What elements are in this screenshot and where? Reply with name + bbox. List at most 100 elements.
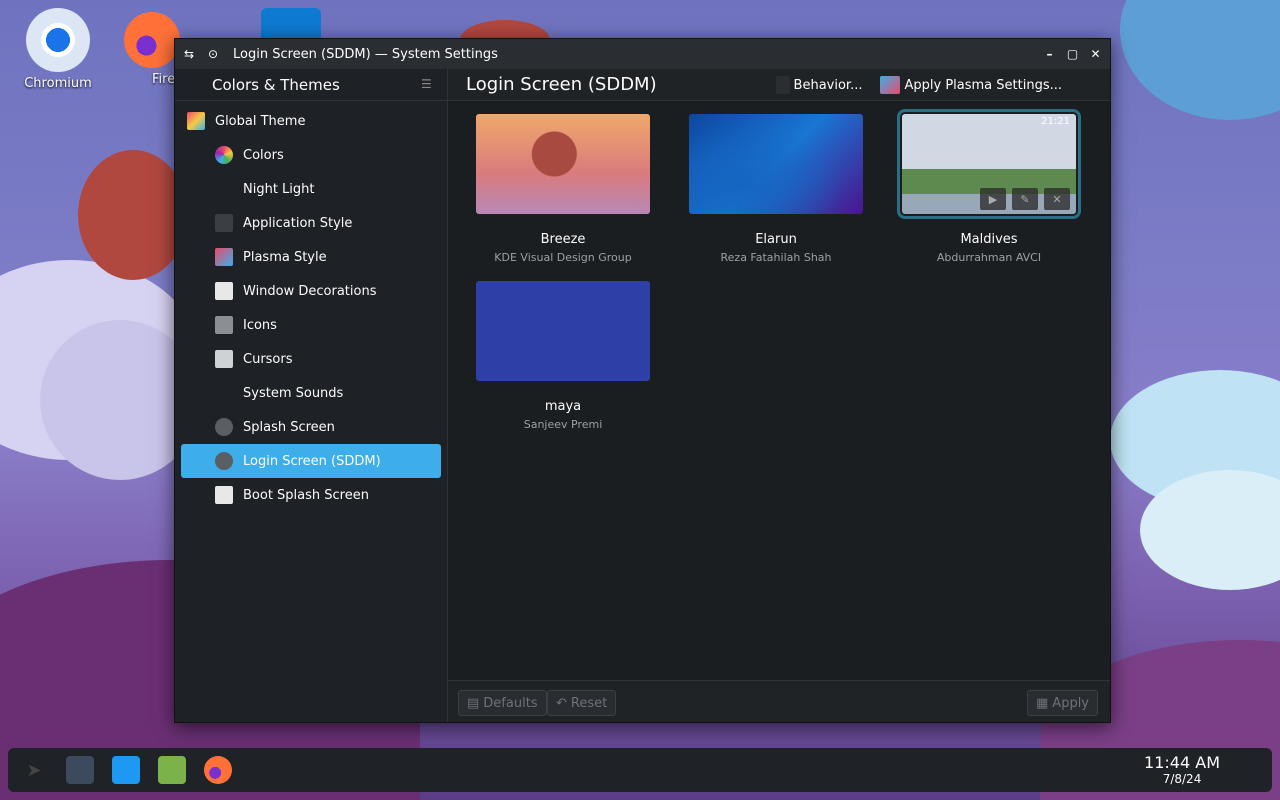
maximize-button[interactable]: ▢ xyxy=(1064,45,1081,62)
close-button[interactable]: ✕ xyxy=(1087,45,1104,62)
taskbar-file-manager[interactable] xyxy=(152,752,192,788)
theme-name: Breeze xyxy=(540,232,586,247)
taskbar-firefox[interactable] xyxy=(198,752,238,788)
theme-preview[interactable] xyxy=(476,114,650,214)
app-launcher-button[interactable]: ➤ xyxy=(14,752,54,788)
firefox-icon xyxy=(124,12,180,68)
sidebar-item-plasma-style[interactable]: Plasma Style xyxy=(181,240,441,274)
reset-icon: ↶ xyxy=(556,695,567,711)
apply-plasma-label: Apply Plasma Settings... xyxy=(904,77,1062,93)
preview-clock: 21:21 xyxy=(1041,116,1070,127)
theme-preview[interactable] xyxy=(476,281,650,381)
behavior-label: Behavior... xyxy=(793,77,863,93)
remove-button[interactable]: ✕ xyxy=(1044,188,1070,210)
theme-name: Elarun xyxy=(755,232,797,247)
sidebar-item-global-theme[interactable]: Global Theme xyxy=(181,104,441,138)
sidebar-header: Colors & Themes ☰ xyxy=(175,69,447,101)
folder-icon xyxy=(158,756,186,784)
preview-button[interactable]: ▶ xyxy=(980,188,1006,210)
desktop-icon-firefox[interactable]: Fire xyxy=(122,8,182,87)
sidebar-item-boot-splash-screen[interactable]: Boot Splash Screen xyxy=(181,478,441,512)
apply-button[interactable]: ▦ Apply xyxy=(1027,690,1098,716)
sidebar-item-label: Night Light xyxy=(243,181,315,197)
behavior-icon xyxy=(775,76,790,94)
global-theme-icon xyxy=(187,112,205,130)
sidebar-item-label: Boot Splash Screen xyxy=(243,487,369,503)
sidebar-item-colors[interactable]: Colors xyxy=(181,138,441,172)
theme-card-elarun[interactable]: Elarun Reza Fatahilah Shah xyxy=(686,114,866,264)
login-screen-icon xyxy=(215,452,233,470)
desktop-icon-chromium[interactable]: Chromium xyxy=(16,8,100,91)
sidebar-item-label: Window Decorations xyxy=(243,283,377,299)
sidebar-item-label: Cursors xyxy=(243,351,293,367)
night-light-icon xyxy=(215,180,233,198)
sidebar-item-label: Colors xyxy=(243,147,284,163)
sidebar-category-title: Colors & Themes xyxy=(212,75,340,94)
sidebar-item-window-decorations[interactable]: Window Decorations xyxy=(181,274,441,308)
defaults-icon: ▤ xyxy=(467,695,480,711)
theme-card-maya[interactable]: maya Sanjeev Premi xyxy=(473,281,653,431)
sidebar-item-night-light[interactable]: Night Light xyxy=(181,172,441,206)
app-menu-icon[interactable]: ⇆ xyxy=(181,46,197,62)
behavior-button[interactable]: Behavior... xyxy=(775,76,863,94)
clock-date: 7/8/24 xyxy=(1162,772,1202,786)
sidebar-item-label: System Sounds xyxy=(243,385,344,401)
sidebar-item-application-style[interactable]: Application Style xyxy=(181,206,441,240)
launcher-icon: ➤ xyxy=(26,759,42,781)
sidebar-item-login-screen-sddm[interactable]: Login Screen (SDDM) xyxy=(181,444,441,478)
theme-preview[interactable] xyxy=(689,114,863,214)
sidebar-item-label: Login Screen (SDDM) xyxy=(243,453,381,469)
plasma-style-icon xyxy=(215,248,233,266)
sidebar-item-cursors[interactable]: Cursors xyxy=(181,342,441,376)
sidebar-item-splash-screen[interactable]: Splash Screen xyxy=(181,410,441,444)
sidebar-item-label: Global Theme xyxy=(215,113,306,129)
titlebar[interactable]: ⇆ ⊙ Login Screen (SDDM) — System Setting… xyxy=(175,39,1110,69)
apply-icon: ▦ xyxy=(1036,695,1049,711)
defaults-button[interactable]: ▤ Defaults xyxy=(458,690,547,716)
sidebar-item-label: Icons xyxy=(243,317,277,333)
sidebar-item-icons[interactable]: Icons xyxy=(181,308,441,342)
theme-card-maldives[interactable]: 21:21 ▶ ✎ ✕ Maldives Abdurrahman AVCI xyxy=(897,109,1081,264)
icons-icon xyxy=(215,316,233,334)
system-settings-window: ⇆ ⊙ Login Screen (SDDM) — System Setting… xyxy=(174,38,1111,723)
colors-icon xyxy=(215,146,233,164)
firefox-icon xyxy=(204,756,232,784)
minimize-button[interactable]: – xyxy=(1041,45,1058,62)
chromium-icon xyxy=(26,8,90,72)
edit-button[interactable]: ✎ xyxy=(1012,188,1038,210)
theme-card-breeze[interactable]: Breeze KDE Visual Design Group xyxy=(473,114,653,264)
application-style-icon xyxy=(215,214,233,232)
pin-icon[interactable]: ⊙ xyxy=(205,46,221,62)
theme-preview[interactable]: 21:21 ▶ ✎ ✕ xyxy=(897,109,1081,219)
theme-name: Maldives xyxy=(960,232,1018,247)
plasma-settings-icon xyxy=(880,76,901,94)
hamburger-menu-icon[interactable]: ☰ xyxy=(421,77,439,91)
system-sounds-icon xyxy=(215,384,233,402)
splash-screen-icon xyxy=(215,418,233,436)
window-title: Login Screen (SDDM) — System Settings xyxy=(233,46,498,62)
taskbar: ➤ 11:44 AM 7/8/24 xyxy=(8,748,1272,792)
sidebar-item-label: Plasma Style xyxy=(243,249,327,265)
reset-button[interactable]: ↶ Reset xyxy=(547,690,617,716)
theme-name: maya xyxy=(544,399,582,414)
sidebar-item-system-sounds[interactable]: System Sounds xyxy=(181,376,441,410)
theme-author: Sanjeev Premi xyxy=(523,418,603,431)
digital-clock[interactable]: 11:44 AM 7/8/24 xyxy=(1144,753,1220,786)
system-settings-icon xyxy=(66,756,94,784)
cursors-icon xyxy=(215,350,233,368)
boot-splash-icon xyxy=(215,486,233,504)
theme-author: Abdurrahman AVCI xyxy=(936,251,1042,264)
main-header: Login Screen (SDDM) Behavior... Apply Pl… xyxy=(448,69,1110,101)
footer-bar: ▤ Defaults ↶ Reset ▦ Apply xyxy=(448,680,1110,722)
theme-grid: Breeze KDE Visual Design Group Elarun Reza … xyxy=(473,109,1133,454)
taskbar-system-settings[interactable] xyxy=(60,752,100,788)
theme-author: Reza Fatahilah Shah xyxy=(720,251,832,264)
clock-time: 11:44 AM xyxy=(1144,753,1220,772)
sidebar-list: Global Theme Colors Night Light Application… xyxy=(175,101,447,512)
apply-plasma-settings-button[interactable]: Apply Plasma Settings... xyxy=(880,76,1062,94)
sidebar-item-label: Application Style xyxy=(243,215,353,231)
sidebar: Colors & Themes ☰ Global Theme Colors Nigh… xyxy=(175,69,448,722)
taskbar-discover[interactable] xyxy=(106,752,146,788)
sidebar-item-label: Splash Screen xyxy=(243,419,335,435)
window-decorations-icon xyxy=(215,282,233,300)
